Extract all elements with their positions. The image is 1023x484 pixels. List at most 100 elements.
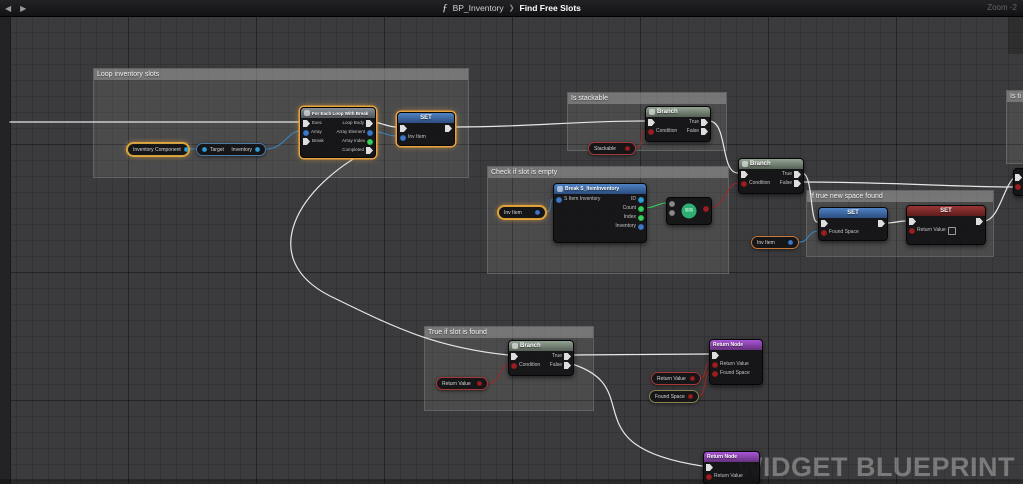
return-value-pin[interactable]: [706, 474, 712, 480]
branch-node-stackable[interactable]: Branch Condition True False: [645, 106, 711, 142]
comment-title[interactable]: Is stackable: [568, 93, 726, 104]
offscreen-node-fragment[interactable]: [1013, 168, 1023, 196]
found-space-pin[interactable]: [821, 230, 827, 236]
exec-in-pin[interactable]: [303, 120, 310, 127]
false-pin[interactable]: [564, 362, 571, 369]
exec-in-pin[interactable]: [821, 220, 828, 227]
pill-return-value-in[interactable]: Return Value: [651, 372, 701, 385]
break-pin[interactable]: [303, 138, 310, 145]
array-index-pin[interactable]: [367, 139, 373, 145]
equals-node[interactable]: ==: [666, 197, 712, 225]
completed-pin[interactable]: [366, 147, 373, 154]
exec-in-pin[interactable]: [1015, 174, 1022, 181]
pin-label: Condition: [656, 129, 677, 134]
true-pin[interactable]: [794, 171, 801, 178]
return-value-pin[interactable]: [909, 228, 915, 234]
condition-pin[interactable]: [648, 129, 654, 135]
index-pin[interactable]: [638, 215, 644, 221]
out-pin[interactable]: [690, 376, 695, 381]
pill-stackable[interactable]: Stackable: [588, 142, 636, 155]
exec-in-pin[interactable]: [511, 353, 518, 360]
pill-inv-item-1[interactable]: Inv Item: [498, 206, 546, 219]
function-icon: ƒ: [442, 2, 448, 14]
pill-inventory-component[interactable]: Inventory Component: [127, 143, 189, 156]
pill-found-space-in[interactable]: Found Space: [649, 390, 699, 403]
exec-out-pin[interactable]: [878, 220, 885, 227]
target-pin[interactable]: [202, 147, 207, 152]
branch-node-found[interactable]: Branch Condition True False: [508, 340, 574, 376]
array-pin[interactable]: [303, 130, 309, 136]
comment-offscreen[interactable]: Is ti: [1006, 90, 1023, 164]
foreach-loop-with-break-node[interactable]: For Each Loop With Break Exec Array Brea…: [300, 107, 376, 158]
comment-title[interactable]: Loop inventory slots: [94, 69, 468, 80]
exec-out-pin[interactable]: [976, 218, 983, 225]
branch-node-empty[interactable]: Branch Condition True False: [738, 158, 804, 194]
set-return-value-node[interactable]: SET Return Value: [906, 205, 986, 245]
condition-pin[interactable]: [741, 181, 747, 187]
true-pin[interactable]: [564, 353, 571, 360]
comment-title[interactable]: Is ti: [1007, 91, 1023, 102]
return-value-pin[interactable]: [712, 362, 718, 368]
compare-a-pin[interactable]: [669, 201, 675, 207]
pill-inv-item-2[interactable]: Inv Item: [751, 236, 799, 249]
return-node-2[interactable]: Return Node Return Value: [703, 451, 760, 484]
equals-icon: ==: [682, 204, 697, 219]
pill-target-inventory[interactable]: Target Inventory: [196, 143, 266, 156]
pill-label: Stackable: [594, 146, 616, 152]
false-pin[interactable]: [701, 128, 708, 135]
zoom-level-label: Zoom -2: [987, 3, 1017, 12]
set-inv-item-node[interactable]: SET Inv Item: [397, 112, 455, 146]
checkbox-icon[interactable]: [948, 227, 956, 235]
pill-label: Inventory Component: [133, 147, 181, 153]
loop-body-pin[interactable]: [366, 120, 373, 127]
out-pin[interactable]: [625, 146, 630, 151]
out-pin[interactable]: [255, 147, 260, 152]
breadcrumb-blueprint[interactable]: BP_Inventory: [453, 3, 504, 13]
found-space-pin[interactable]: [712, 371, 718, 377]
exec-in-pin[interactable]: [648, 119, 655, 126]
exec-in-pin[interactable]: [909, 218, 916, 225]
condition-pin[interactable]: [511, 363, 517, 369]
true-pin[interactable]: [701, 119, 708, 126]
count-pin[interactable]: [638, 206, 644, 212]
exec-in-pin[interactable]: [706, 464, 713, 471]
comment-title[interactable]: True if slot is found: [425, 327, 593, 338]
exec-out-pin[interactable]: [445, 125, 452, 132]
out-pin[interactable]: [688, 394, 693, 399]
data-in-pin[interactable]: [1015, 184, 1021, 190]
pin-label: ID: [631, 197, 636, 202]
array-element-pin[interactable]: [367, 130, 373, 136]
struct-in-pin[interactable]: [556, 197, 562, 203]
comment-title[interactable]: If true new space found: [807, 191, 993, 202]
out-pin[interactable]: [477, 381, 482, 386]
inv-item-pin[interactable]: [400, 135, 406, 141]
pill-return-value-cond[interactable]: Return Value: [436, 377, 488, 390]
set-found-space-node[interactable]: SET Found Space: [818, 207, 888, 241]
exec-in-pin[interactable]: [400, 125, 407, 132]
out-pin[interactable]: [788, 240, 793, 245]
breadcrumb: ƒ BP_Inventory ❯ Find Free Slots: [442, 2, 581, 14]
result-pin[interactable]: [703, 206, 709, 212]
exec-in-pin[interactable]: [741, 171, 748, 178]
out-pin[interactable]: [535, 210, 540, 215]
pill-label: Inv Item: [504, 210, 522, 216]
pin-label: Break: [312, 139, 324, 144]
breadcrumb-graph[interactable]: Find Free Slots: [520, 3, 581, 13]
branch-icon: [742, 161, 748, 167]
node-title: Branch: [520, 343, 541, 349]
false-pin[interactable]: [794, 180, 801, 187]
pill-label: Inv Item: [757, 240, 775, 246]
return-node-1[interactable]: Return Node Return Value Found Space: [709, 339, 763, 385]
back-icon[interactable]: ◀: [5, 4, 11, 13]
compare-b-pin[interactable]: [669, 210, 675, 216]
forward-icon[interactable]: ▶: [20, 4, 26, 13]
comment-title[interactable]: Check if slot is empty: [488, 167, 728, 178]
graph-toolbar: ◀ ▶ ƒ BP_Inventory ❯ Find Free Slots: [0, 0, 1023, 17]
id-pin[interactable]: [638, 197, 644, 203]
out-pin[interactable]: [184, 147, 189, 152]
inventory-pin[interactable]: [638, 224, 644, 230]
break-struct-node[interactable]: Break S_ItemInventory S Item Inventory I…: [553, 183, 647, 243]
pill-label: Target: [210, 147, 224, 153]
exec-in-pin[interactable]: [712, 352, 719, 359]
graph-watermark: WIDGET BLUEPRINT: [737, 452, 1015, 483]
